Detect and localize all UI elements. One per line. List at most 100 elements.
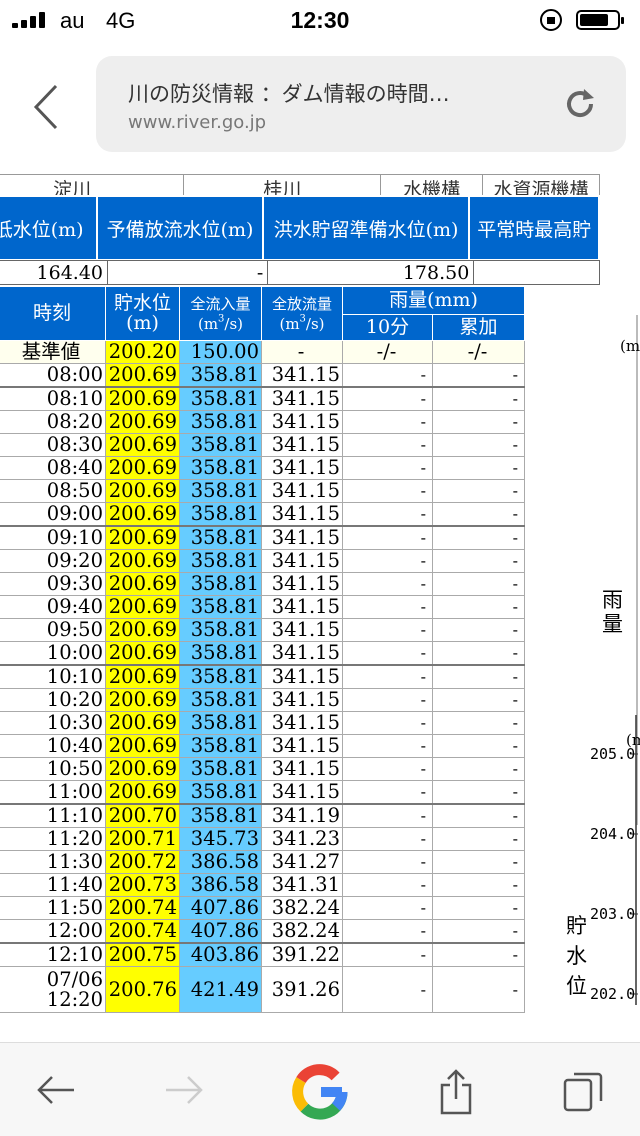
row-inflow: 358.81 bbox=[179, 618, 262, 642]
row-rain10: - bbox=[342, 572, 433, 596]
back-arrow-icon[interactable] bbox=[36, 1075, 76, 1105]
level-label-char-2: 水 bbox=[566, 944, 587, 968]
row-rain10: - bbox=[342, 641, 433, 666]
row-outflow: 341.31 bbox=[261, 873, 343, 897]
row-inflow: 358.81 bbox=[179, 433, 262, 457]
row-level: 200.69 bbox=[105, 386, 180, 411]
table-row: 09:00 200.69 358.81 341.15- - bbox=[0, 502, 525, 527]
row-rain10: - bbox=[342, 734, 433, 758]
row-inflow: 403.86 bbox=[179, 942, 262, 967]
row-inflow: 358.81 bbox=[179, 525, 262, 550]
base-label: 基準値 bbox=[0, 340, 106, 364]
row-inflow: 345.73 bbox=[179, 827, 262, 851]
row-time: 10:20 bbox=[0, 688, 106, 712]
share-icon[interactable] bbox=[438, 1069, 474, 1115]
y-tick-label: 202.0 bbox=[590, 985, 635, 1003]
row-inflow: 386.58 bbox=[179, 850, 262, 874]
row-time: 08:20 bbox=[0, 410, 106, 434]
row-outflow: 391.26 bbox=[261, 966, 343, 1013]
row-time: 10:10 bbox=[0, 664, 106, 689]
row-level: 200.75 bbox=[105, 942, 180, 967]
info-header: 洪水貯留準備水位(m) bbox=[261, 195, 471, 261]
row-rain-total: - bbox=[432, 780, 525, 805]
table-row: 11:00 200.69 358.81 341.15- - bbox=[0, 780, 525, 805]
row-rain10: - bbox=[342, 919, 433, 944]
row-inflow: 358.81 bbox=[179, 734, 262, 758]
back-chevron-icon[interactable] bbox=[28, 82, 68, 132]
dam-data-table: 時刻 貯水位 (m) 全流入量 (m3/s) 全放流量 (m3/s) 雨量(mm) 1… bbox=[0, 286, 525, 1013]
info-value: - bbox=[107, 260, 269, 285]
base-rain10: -/- bbox=[342, 340, 433, 364]
row-rain10: - bbox=[342, 386, 433, 411]
row-time: 08:10 bbox=[0, 386, 106, 411]
forward-arrow-icon[interactable] bbox=[164, 1075, 204, 1105]
table-row: 08:50 200.69 358.81 341.15- - bbox=[0, 479, 525, 503]
row-date-time: 07/06 12:20 bbox=[0, 966, 106, 1013]
row-level: 200.69 bbox=[105, 688, 180, 712]
row-time: 12:00 bbox=[0, 919, 106, 944]
reload-icon[interactable] bbox=[562, 86, 598, 122]
row-time: 11:40 bbox=[0, 873, 106, 897]
table-row: 09:10 200.69 358.81 341.15- - bbox=[0, 525, 525, 550]
row-level: 200.69 bbox=[105, 780, 180, 805]
row-inflow: 358.81 bbox=[179, 803, 262, 828]
row-rain10: - bbox=[342, 896, 433, 920]
row-time: 08:00 bbox=[0, 363, 106, 388]
row-rain-total: - bbox=[432, 549, 525, 573]
row-inflow: 358.81 bbox=[179, 664, 262, 689]
row-level: 200.70 bbox=[105, 803, 180, 828]
row-level: 200.69 bbox=[105, 525, 180, 550]
table-row: 12:00 200.74 407.86 382.24- - bbox=[0, 919, 525, 944]
page-content[interactable]: 淀川 桂川 水機構 水資源機構 最低水位(m) 予備放流水位(m) 洪水貯留準備… bbox=[0, 170, 640, 1040]
row-outflow: 341.15 bbox=[261, 757, 343, 781]
row-rain10: - bbox=[342, 850, 433, 874]
row-rain10: - bbox=[342, 549, 433, 573]
table-row: 08:40 200.69 358.81 341.15- - bbox=[0, 456, 525, 480]
table-row: 09:50 200.69 358.81 341.15- - bbox=[0, 618, 525, 642]
y-tick-label: 204.0 bbox=[590, 825, 635, 843]
row-inflow: 358.81 bbox=[179, 641, 262, 666]
row-level: 200.69 bbox=[105, 595, 180, 619]
row-outflow: 341.15 bbox=[261, 410, 343, 434]
base-outflow: - bbox=[261, 340, 343, 364]
row-time: 09:20 bbox=[0, 549, 106, 573]
row-level: 200.69 bbox=[105, 479, 180, 503]
table-row: 08:20 200.69 358.81 341.15- - bbox=[0, 410, 525, 434]
row-inflow: 358.81 bbox=[179, 549, 262, 573]
row-outflow: 341.15 bbox=[261, 549, 343, 573]
page-host: www.river.go.jp bbox=[128, 112, 267, 133]
row-time: 08:40 bbox=[0, 456, 106, 480]
row-rain-total: - bbox=[432, 410, 525, 434]
row-inflow: 358.81 bbox=[179, 502, 262, 527]
row-rain10: - bbox=[342, 433, 433, 457]
table-row: 11:40 200.73 386.58 341.31- - bbox=[0, 873, 525, 897]
row-rain10: - bbox=[342, 525, 433, 550]
row-rain-total: - bbox=[432, 803, 525, 828]
info-header: 最低水位(m) bbox=[0, 195, 99, 261]
browser-nav-bar: 川の防災情報 ：ダム情報の時間… www.river.go.jp bbox=[0, 40, 640, 170]
address-bar[interactable]: 川の防災情報 ：ダム情報の時間… www.river.go.jp bbox=[96, 56, 626, 152]
row-outflow: 382.24 bbox=[261, 919, 343, 944]
row-rain-total: - bbox=[432, 618, 525, 642]
rain-label-2: 量 bbox=[602, 612, 623, 636]
row-level: 200.72 bbox=[105, 850, 180, 874]
row-time: 11:10 bbox=[0, 803, 106, 828]
tabs-icon[interactable] bbox=[562, 1071, 604, 1113]
row-outflow: 341.15 bbox=[261, 502, 343, 527]
col-header-time: 時刻 bbox=[0, 286, 106, 341]
table-row: 10:10 200.69 358.81 341.15- - bbox=[0, 664, 525, 689]
info-header: 予備放流水位(m) bbox=[96, 195, 264, 261]
info-value: 164.40 bbox=[0, 260, 109, 285]
table-row: 09:30 200.69 358.81 341.15- - bbox=[0, 572, 525, 596]
row-outflow: 341.15 bbox=[261, 688, 343, 712]
row-rain-total: - bbox=[432, 827, 525, 851]
row-level: 200.74 bbox=[105, 919, 180, 944]
table-row: 10:00 200.69 358.81 341.15- - bbox=[0, 641, 525, 666]
row-rain10: - bbox=[342, 711, 433, 735]
row-outflow: 341.15 bbox=[261, 525, 343, 550]
google-logo-icon[interactable] bbox=[289, 1061, 351, 1123]
base-inflow: 150.00 bbox=[179, 340, 262, 364]
info-values-row: 164.40 - 178.50 bbox=[0, 260, 600, 285]
col-header-rain: 雨量(mm) bbox=[342, 286, 525, 315]
row-inflow: 358.81 bbox=[179, 572, 262, 596]
